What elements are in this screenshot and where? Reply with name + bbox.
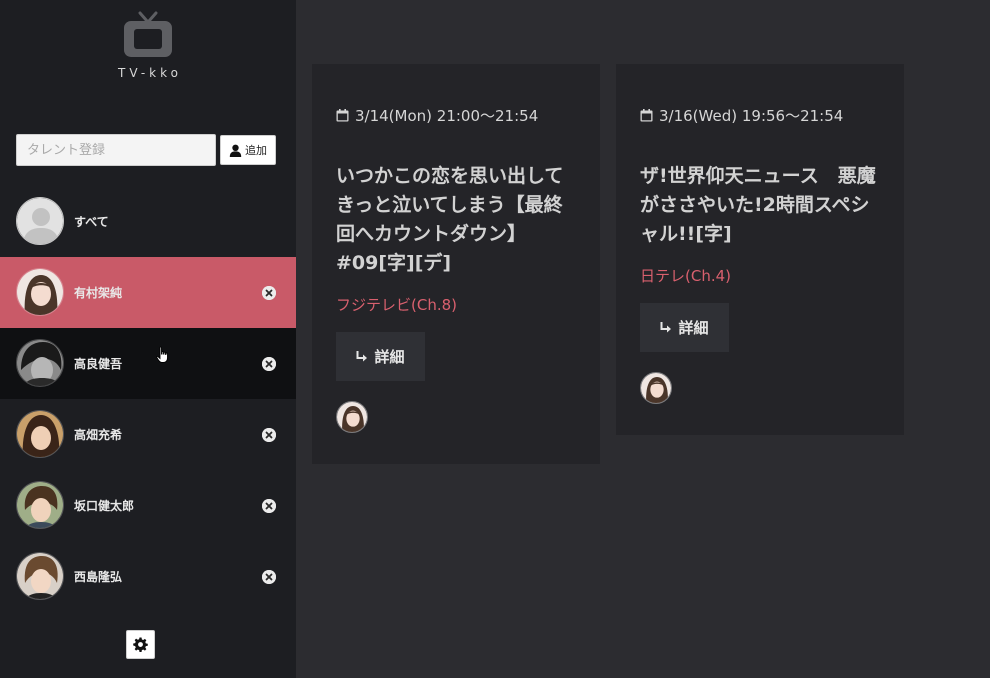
calendar-icon [640, 109, 653, 122]
tv-icon [124, 11, 172, 57]
remove-talent-button[interactable] [262, 499, 276, 513]
close-circle-icon [262, 499, 276, 513]
detail-button[interactable]: 詳細 [640, 303, 729, 352]
talent-item-arimura[interactable]: 有村架純 [0, 257, 296, 328]
program-title: いつかこの恋を思い出してきっと泣いてしまう【最終回へカウントダウン】#09[字]… [336, 165, 564, 274]
close-circle-icon [262, 357, 276, 371]
avatar [16, 481, 64, 529]
add-talent-label: 追加 [245, 144, 267, 157]
talent-list: すべて 有村架純 高良健吾 高畑充希 坂口健太郎 西島隆弘 [0, 186, 296, 612]
talent-form: 追加 [16, 134, 276, 166]
talent-item-takahata[interactable]: 高畑充希 [0, 399, 296, 470]
program-datetime: 3/16(Wed) 19:56〜21:54 [640, 105, 843, 126]
gear-icon [133, 637, 148, 652]
program-channel: フジテレビ(Ch.8) [336, 296, 457, 314]
return-arrow-icon [660, 322, 672, 333]
detail-button-label: 詳細 [374, 348, 405, 366]
app-logo[interactable]: TV-kko [0, 10, 296, 80]
close-circle-icon [262, 286, 276, 300]
talent-item-kora[interactable]: 高良健吾 [0, 328, 296, 399]
talent-name: 高畑充希 [74, 428, 123, 442]
return-arrow-icon [356, 351, 368, 362]
add-talent-button[interactable]: 追加 [220, 135, 276, 165]
talent-item-sakaguchi[interactable]: 坂口健太郎 [0, 470, 296, 541]
program-card: 3/14(Mon) 21:00〜21:54 いつかこの恋を思い出してきっと泣いて… [312, 64, 600, 464]
program-title: ザ!世界仰天ニュース 悪魔がささやいた!2時間スペシャル!![字] [640, 165, 876, 245]
remove-talent-button[interactable] [262, 570, 276, 584]
program-datetime-text: 3/16(Wed) 19:56〜21:54 [659, 107, 844, 125]
detail-button[interactable]: 詳細 [336, 332, 425, 381]
program-channel: 日テレ(Ch.4) [640, 267, 731, 285]
talent-name: 高良健吾 [74, 357, 123, 371]
close-circle-icon [262, 570, 276, 584]
avatar [16, 410, 64, 458]
talent-item-all[interactable]: すべて [0, 186, 296, 257]
talent-avatar [336, 401, 368, 433]
avatar [16, 339, 64, 387]
program-card: 3/16(Wed) 19:56〜21:54 ザ!世界仰天ニュース 悪魔がささやい… [616, 64, 904, 435]
talent-item-nishijima[interactable]: 西島隆弘 [0, 541, 296, 612]
avatar [16, 197, 64, 245]
avatar [16, 268, 64, 316]
app-title: TV-kko [118, 66, 182, 80]
program-datetime: 3/14(Mon) 21:00〜21:54 [336, 105, 538, 126]
calendar-icon [336, 109, 349, 122]
sidebar: TV-kko 追加 すべて [0, 0, 296, 678]
settings-button[interactable] [126, 630, 155, 659]
detail-button-label: 詳細 [678, 319, 709, 337]
talent-input[interactable] [16, 134, 216, 166]
remove-talent-button[interactable] [262, 286, 276, 300]
talent-name: 有村架純 [74, 286, 123, 300]
talent-avatar [640, 372, 672, 404]
talent-name: 坂口健太郎 [74, 499, 135, 513]
remove-talent-button[interactable] [262, 428, 276, 442]
avatar [16, 552, 64, 600]
user-icon [229, 144, 242, 157]
program-datetime-text: 3/14(Mon) 21:00〜21:54 [355, 107, 539, 125]
remove-talent-button[interactable] [262, 357, 276, 371]
close-circle-icon [262, 428, 276, 442]
talent-name: すべて [74, 215, 109, 229]
talent-name: 西島隆弘 [74, 570, 123, 584]
